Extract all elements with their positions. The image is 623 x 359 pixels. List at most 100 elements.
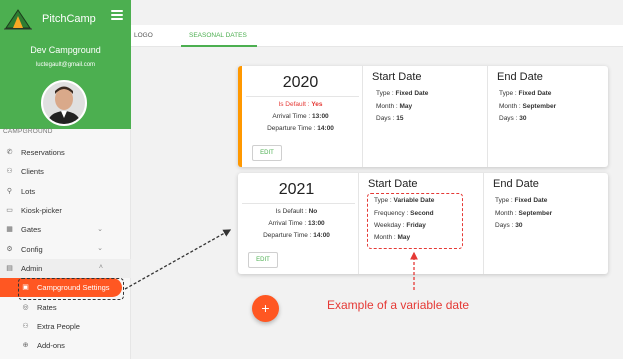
sidebar: PitchCamp Dev Campground luctegault@gmai… xyxy=(0,0,131,359)
days-value: 30 xyxy=(519,115,527,122)
gear-icon: ⚙ xyxy=(6,245,13,253)
sidebar-item-rates[interactable]: ◎ Rates xyxy=(0,297,131,316)
chevron-down-icon: ⌄ xyxy=(97,226,103,234)
start-type: Type : Variable Date xyxy=(374,197,434,204)
kiosk-icon: ▭ xyxy=(6,207,13,215)
chevron-down-icon: ⌄ xyxy=(97,245,103,253)
month-value: May xyxy=(397,234,411,241)
sidebar-item-config[interactable]: ⚙ Config ⌄ xyxy=(0,239,131,258)
sidebar-item-add-ons[interactable]: ⊕ Add-ons xyxy=(0,336,131,355)
month-label: Month : xyxy=(376,103,398,110)
days-label: Days : xyxy=(376,115,395,122)
days-value: 30 xyxy=(515,222,523,229)
sidebar-item-admin[interactable]: ▤ Admin ˄ xyxy=(0,258,131,279)
month-value: September xyxy=(518,210,553,217)
hamburger-menu-icon[interactable] xyxy=(111,10,123,20)
season-card-2020: 2020 Is Default : Yes Arrival Time : 13:… xyxy=(238,66,608,167)
arrival-row: Arrival Time : 13:00 xyxy=(242,113,359,120)
end-date-heading: End Date xyxy=(493,178,539,190)
avatar[interactable] xyxy=(41,80,87,126)
sidebar-item-label: Admin xyxy=(21,263,43,273)
sidebar-item-campground-settings[interactable]: ▣ Campground Settings xyxy=(0,278,122,298)
divider xyxy=(487,66,488,167)
tab-logo[interactable]: LOGO xyxy=(134,25,153,47)
rates-icon: ◎ xyxy=(22,303,29,311)
start-weekday: Weekday : Friday xyxy=(374,222,426,229)
weekday-value: Friday xyxy=(406,222,426,229)
sidebar-item-label: Reservations xyxy=(21,148,65,158)
arrival-row: Arrival Time : 13:00 xyxy=(238,220,355,227)
departure-row: Departure Time : 14:00 xyxy=(242,125,359,132)
divider xyxy=(246,96,359,97)
avatar-photo xyxy=(43,82,85,124)
sidebar-nav: ✆ Reservations ⚇ Clients ⚲ Lots ▭ Kiosk-… xyxy=(0,143,131,355)
end-days: Days : 30 xyxy=(499,115,526,122)
frequency-label: Frequency : xyxy=(374,210,409,217)
is-default-value: No xyxy=(308,208,318,215)
type-label: Type : xyxy=(499,90,517,97)
season-year: 2020 xyxy=(282,74,319,91)
departure-value: 14:00 xyxy=(317,125,334,132)
addon-icon: ⊕ xyxy=(22,342,29,350)
end-type: Type : Fixed Date xyxy=(499,90,551,97)
arrival-value: 13:00 xyxy=(312,113,329,120)
app-root: PitchCamp Dev Campground luctegault@gmai… xyxy=(0,0,623,359)
is-default-label: Is Default : xyxy=(275,208,307,215)
sidebar-header: PitchCamp Dev Campground luctegault@gmai… xyxy=(0,0,131,129)
start-date-heading: Start Date xyxy=(372,71,422,83)
start-month: Month : May xyxy=(374,234,410,241)
sidebar-item-label: Add-ons xyxy=(37,341,65,351)
app-name: PitchCamp xyxy=(42,13,96,25)
start-days: Days : 15 xyxy=(376,115,403,122)
annotation-text: Example of a variable date xyxy=(327,298,470,312)
start-frequency: Frequency : Second xyxy=(374,210,434,217)
sidebar-item-label: Extra People xyxy=(37,321,80,331)
end-month: Month : September xyxy=(495,210,552,217)
type-value: Fixed Date xyxy=(518,90,552,97)
type-value: Fixed Date xyxy=(395,90,429,97)
days-value: 15 xyxy=(396,115,404,122)
sidebar-item-label: Clients xyxy=(21,167,44,177)
sidebar-item-kiosk-picker[interactable]: ▭ Kiosk-picker xyxy=(0,201,131,220)
is-default-label: Is Default : xyxy=(278,101,310,108)
section-label: CAMPGROUND xyxy=(3,128,53,135)
sidebar-item-reservations[interactable]: ✆ Reservations xyxy=(0,143,131,162)
month-value: September xyxy=(522,103,557,110)
add-season-button[interactable]: + xyxy=(252,295,279,322)
arrival-label: Arrival Time : xyxy=(268,220,307,227)
people-icon: ⚇ xyxy=(22,322,29,330)
chevron-up-icon: ˄ xyxy=(98,263,103,271)
sidebar-item-gates[interactable]: ▦ Gates ⌄ xyxy=(0,220,131,239)
edit-button[interactable]: EDIT xyxy=(252,145,282,161)
phone-icon: ✆ xyxy=(6,149,13,157)
type-value: Variable Date xyxy=(393,197,435,204)
month-label: Month : xyxy=(374,234,396,241)
season-summary: 2021 Is Default : No Arrival Time : 13:0… xyxy=(238,173,359,274)
gate-icon: ▦ xyxy=(6,226,13,234)
sidebar-item-extra-people[interactable]: ⚇ Extra People xyxy=(0,317,131,336)
arrival-value: 13:00 xyxy=(308,220,325,227)
tab-seasonal-dates[interactable]: SEASONAL DATES xyxy=(189,25,247,47)
sidebar-item-clients[interactable]: ⚇ Clients xyxy=(0,162,131,181)
is-default-row: Is Default : Yes xyxy=(242,101,359,108)
days-label: Days : xyxy=(499,115,518,122)
divider xyxy=(242,203,355,204)
sidebar-item-label: Lots xyxy=(21,186,36,196)
end-date-heading: End Date xyxy=(497,71,543,83)
month-label: Month : xyxy=(495,210,517,217)
type-label: Type : xyxy=(495,197,513,204)
start-month: Month : May xyxy=(376,103,412,110)
tab-bar: LOGO SEASONAL DATES xyxy=(131,25,623,47)
departure-label: Departure Time : xyxy=(267,125,316,132)
season-summary: 2020 Is Default : Yes Arrival Time : 13:… xyxy=(242,66,363,167)
start-type: Type : Fixed Date xyxy=(376,90,428,97)
end-type: Type : Fixed Date xyxy=(495,197,547,204)
sidebar-item-label: Campground Settings xyxy=(37,283,110,293)
end-month: Month : September xyxy=(499,103,556,110)
end-days: Days : 30 xyxy=(495,222,522,229)
edit-button[interactable]: EDIT xyxy=(248,252,278,268)
weekday-label: Weekday : xyxy=(374,222,405,229)
sidebar-item-label: Config xyxy=(21,244,43,254)
sidebar-item-lots[interactable]: ⚲ Lots xyxy=(0,182,131,201)
season-card-2021: 2021 Is Default : No Arrival Time : 13:0… xyxy=(238,173,608,274)
